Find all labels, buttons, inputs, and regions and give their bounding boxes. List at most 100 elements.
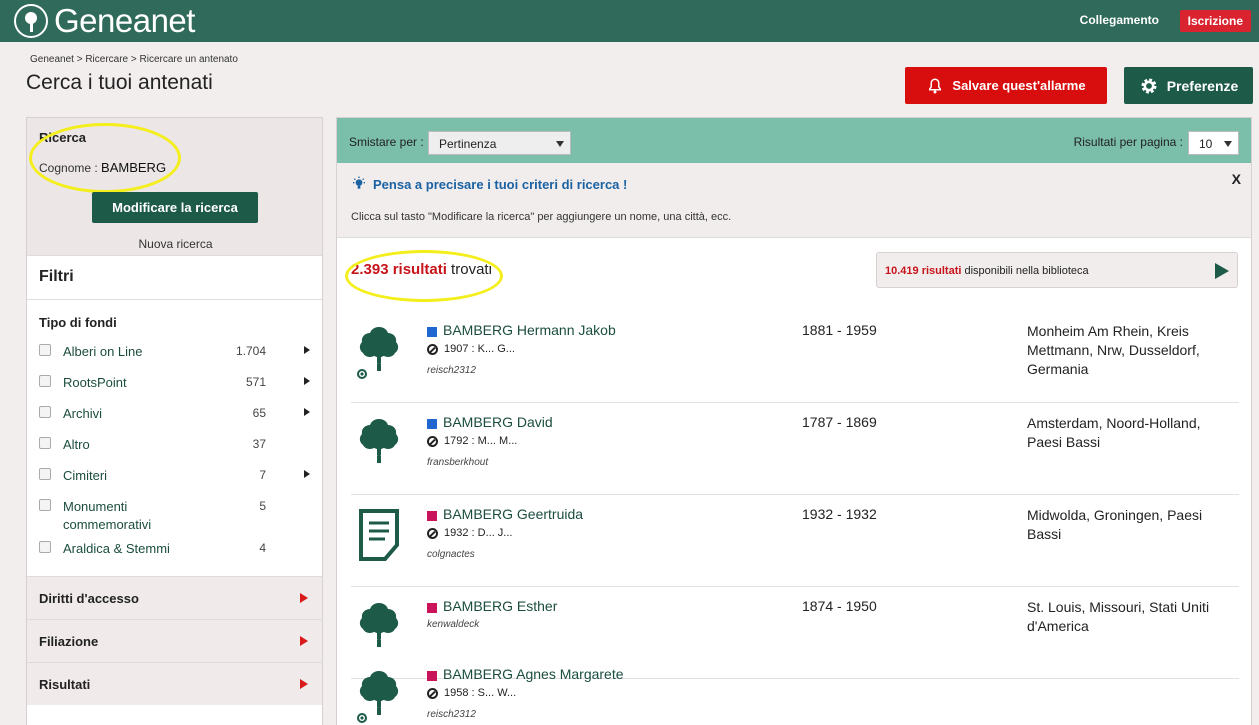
birth-icon	[427, 435, 438, 447]
chevron-right-icon[interactable]	[304, 377, 310, 385]
chevron-down-icon	[1224, 141, 1232, 147]
fund-type-item[interactable]: RootsPoint 571	[27, 367, 322, 398]
gender-marker	[427, 671, 437, 681]
search-summary: Ricerca Cognome : BAMBERG Modificare la …	[27, 118, 322, 256]
gender-marker	[427, 419, 437, 429]
sort-value: Pertinenza	[439, 137, 497, 151]
fund-type-item[interactable]: Cimiteri 7	[27, 460, 322, 491]
sort-select[interactable]: Pertinenza	[428, 131, 571, 155]
birth-icon	[427, 527, 438, 539]
fund-type-count: 571	[245, 375, 266, 389]
fund-type-label: Araldica & Stemmi	[63, 541, 170, 556]
life-years: 1787 - 1869	[802, 414, 877, 430]
filter-accordions: Diritti d'accesso Filiazione Risultati	[27, 576, 322, 705]
checkbox[interactable]	[39, 541, 51, 553]
birth-info: 1907 : K... G...	[427, 343, 515, 355]
fund-type-label: Archivi	[63, 406, 103, 421]
page-title: Cerca i tuoi antenati	[26, 71, 213, 94]
contributor-name[interactable]: kenwaldeck	[427, 619, 479, 630]
target-icon	[357, 713, 367, 723]
caret-right-icon	[300, 636, 308, 646]
checkbox[interactable]	[39, 406, 51, 418]
fund-type-list: Alberi on Line 1.704 RootsPoint 571 Archivi 6…	[27, 336, 322, 564]
bell-icon	[929, 77, 942, 93]
result-row[interactable]: BAMBERG Agnes Margarete 1958 : S... W... r…	[351, 655, 1239, 725]
birth-info: 1792 : M... M...	[427, 435, 517, 447]
preferences-button[interactable]: Preferenze	[1124, 67, 1253, 104]
signup-button[interactable]: Iscrizione	[1179, 10, 1251, 32]
fund-type-item[interactable]: Alberi on Line 1.704	[27, 336, 322, 367]
tree-circle-icon	[14, 4, 48, 38]
sort-label: Smistare per :	[349, 135, 424, 149]
birth-info: 1932 : D... J...	[427, 527, 512, 539]
close-icon[interactable]: X	[1232, 171, 1241, 187]
login-link[interactable]: Collegamento	[1080, 13, 1159, 27]
birth-text: 1907 : K... G...	[444, 343, 515, 355]
person-name[interactable]: BAMBERG Hermann Jakob	[443, 322, 616, 338]
contributor-name[interactable]: reisch2312	[427, 365, 476, 376]
filters-heading: Filtri	[27, 256, 322, 300]
library-results-box[interactable]: 10.419 risultati disponibili nella bibli…	[876, 252, 1238, 288]
fund-type-item[interactable]: Araldica & Stemmi 4	[27, 533, 322, 564]
breadcrumb[interactable]: Geneanet > Ricercare > Ricercare un ante…	[30, 54, 238, 65]
chevron-right-icon[interactable]	[304, 408, 310, 416]
filter-accordion[interactable]: Risultati	[27, 662, 322, 705]
checkbox[interactable]	[39, 344, 51, 356]
checkbox[interactable]	[39, 437, 51, 449]
fund-type-item[interactable]: Monumenti commemorativi 5	[27, 491, 322, 533]
result-row[interactable]: BAMBERG Geertruida 1932 : D... J... colgna…	[351, 495, 1239, 587]
accordion-label: Diritti d'accesso	[39, 591, 139, 606]
results-panel: Smistare per : Pertinenza Risultati per …	[336, 117, 1252, 725]
lightbulb-icon	[353, 176, 365, 189]
person-name[interactable]: BAMBERG Esther	[443, 598, 557, 614]
fund-type-item[interactable]: Altro 37	[27, 429, 322, 460]
checkbox[interactable]	[39, 375, 51, 387]
preferences-label: Preferenze	[1166, 77, 1239, 94]
checkbox[interactable]	[39, 499, 51, 511]
place: Midwolda, Groningen, Paesi Bassi	[1027, 507, 1203, 542]
tip-title: Pensa a precisare i tuoi criteri di rice…	[351, 176, 627, 192]
fund-type-item[interactable]: Archivi 65	[27, 398, 322, 429]
contributor-name[interactable]: fransberkhout	[427, 457, 488, 468]
life-years: 1881 - 1959	[802, 322, 877, 338]
chevron-right-icon[interactable]	[304, 470, 310, 478]
chevron-right-icon[interactable]	[304, 346, 310, 354]
top-bar: Geneanet Collegamento Iscrizione	[0, 0, 1259, 42]
tree-icon	[357, 415, 401, 471]
checkbox[interactable]	[39, 468, 51, 480]
accordion-label: Filiazione	[39, 634, 99, 649]
result-row[interactable]: BAMBERG David 1792 : M... M... fransberkho…	[351, 403, 1239, 495]
fund-type-label: Alberi on Line	[63, 344, 143, 359]
play-icon[interactable]	[1215, 263, 1229, 279]
gender-marker	[427, 603, 437, 613]
person-name[interactable]: BAMBERG Geertruida	[443, 506, 583, 522]
fund-type-label: Cimiteri	[63, 468, 108, 483]
geneanet-logo[interactable]: Geneanet	[14, 4, 195, 38]
life-years: 1932 - 1932	[802, 506, 877, 522]
fund-type-count: 7	[259, 468, 266, 482]
person-name[interactable]: BAMBERG Agnes Margarete	[443, 666, 624, 682]
contributor-name[interactable]: reisch2312	[427, 709, 476, 720]
filter-accordion[interactable]: Filiazione	[27, 619, 322, 662]
birth-text: 1932 : D... J...	[444, 527, 513, 539]
left-sidebar: Ricerca Cognome : BAMBERG Modificare la …	[26, 117, 323, 725]
save-alarm-button[interactable]: Salvare quest'allarme	[905, 67, 1107, 104]
fund-type-heading: Tipo di fondi	[39, 315, 117, 330]
per-page-select[interactable]: 10	[1188, 131, 1239, 155]
filter-accordion[interactable]: Diritti d'accesso	[27, 576, 322, 619]
tree-icon	[357, 599, 401, 655]
fund-type-count: 37	[252, 437, 266, 451]
modify-search-button[interactable]: Modificare la ricerca	[92, 192, 258, 223]
highlight-circle	[29, 123, 181, 193]
fund-type-count: 65	[252, 406, 266, 420]
person-name[interactable]: BAMBERG David	[443, 414, 553, 430]
tip-title-text: Pensa a precisare i tuoi criteri di rice…	[373, 176, 628, 192]
place: Monheim Am Rhein, Kreis Mettmann, Nrw, D…	[1027, 323, 1200, 377]
target-icon	[357, 369, 367, 379]
result-row[interactable]: BAMBERG Hermann Jakob 1907 : K... G... rei…	[351, 311, 1239, 403]
birth-icon	[427, 687, 438, 699]
gender-marker	[427, 327, 437, 337]
new-search-link[interactable]: Nuova ricerca	[27, 237, 324, 251]
per-page-label: Risultati per pagina :	[1073, 135, 1183, 149]
contributor-name[interactable]: colgnactes	[427, 549, 475, 560]
